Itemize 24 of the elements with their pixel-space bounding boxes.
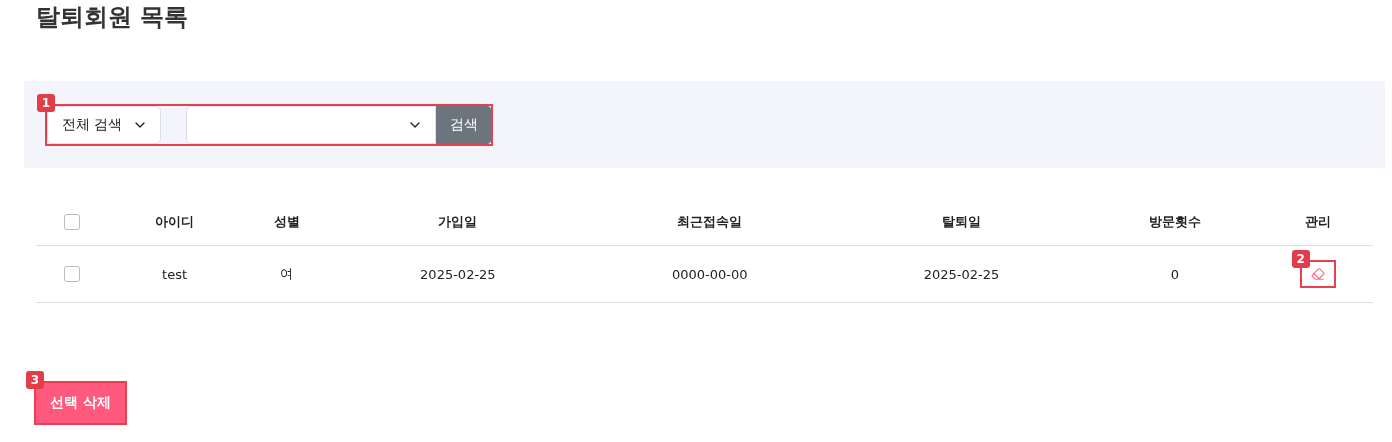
table-header-cell: 최근접속일 bbox=[583, 198, 836, 246]
table-header-cell: 성별 bbox=[241, 198, 332, 246]
table-cell: 0 bbox=[1087, 245, 1263, 303]
table-header-cell: 관리 bbox=[1262, 198, 1373, 246]
table-header-cell: 가입일 bbox=[332, 198, 584, 246]
step-badge: 1 bbox=[37, 93, 55, 112]
search-field[interactable] bbox=[186, 105, 436, 144]
table-cell: 여 bbox=[241, 245, 332, 303]
checkbox[interactable] bbox=[64, 266, 80, 283]
table-header-cell: 방문횟수 bbox=[1087, 198, 1263, 246]
step-badge: 3 bbox=[26, 371, 44, 389]
page-title: 탈퇴회원 목록 bbox=[35, 2, 190, 33]
eraser-button[interactable] bbox=[1301, 262, 1334, 286]
table-header-cell: 탈퇴일 bbox=[835, 198, 1088, 246]
delete-selected-button[interactable]: 선택 삭제 bbox=[36, 383, 125, 423]
table-cell: 2025-02-25 bbox=[332, 245, 584, 303]
eraser-icon bbox=[1310, 267, 1325, 281]
step-badge: 2 bbox=[1291, 250, 1310, 268]
table-header-cell: 아이디 bbox=[108, 198, 242, 246]
table-cell: test bbox=[108, 245, 242, 303]
checkbox[interactable] bbox=[64, 213, 80, 230]
table-cell: 0000-00-00 bbox=[583, 245, 836, 303]
search-button[interactable]: 검색 bbox=[436, 105, 491, 144]
table-cell: 2025-02-25 bbox=[835, 245, 1088, 303]
